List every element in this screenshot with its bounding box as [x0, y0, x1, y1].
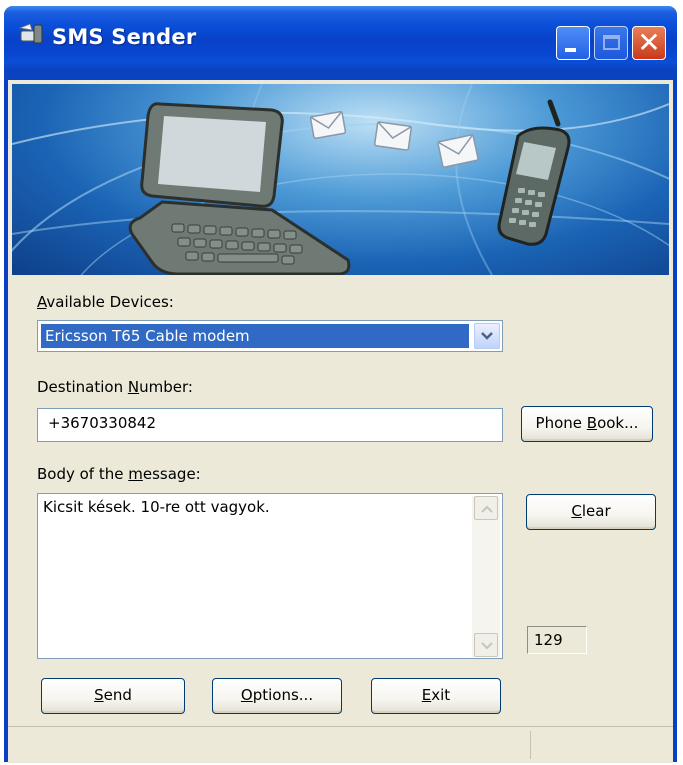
chevron-down-icon — [481, 332, 493, 340]
destination-number-label: Destination Number: — [37, 378, 193, 396]
scroll-up-button[interactable] — [474, 496, 498, 520]
exit-button[interactable]: Exit — [371, 678, 501, 714]
send-button[interactable]: Send — [41, 678, 185, 714]
title-bar[interactable]: SMS Sender ✕ — [4, 6, 677, 80]
scroll-down-button[interactable] — [474, 633, 498, 657]
envelope-icon — [309, 110, 347, 140]
available-devices-dropdown[interactable]: Ericsson T65 Cable modem — [37, 320, 503, 352]
clear-button[interactable]: Clear — [526, 494, 656, 530]
message-scrollbar[interactable] — [472, 496, 500, 657]
selected-device: Ericsson T65 Cable modem — [40, 323, 470, 349]
envelope-icon — [437, 134, 479, 168]
mobile-phone-illustration — [497, 99, 571, 246]
available-devices-label: Available Devices: — [37, 293, 174, 311]
minimize-button[interactable] — [556, 26, 590, 60]
status-bar-pane-divider — [530, 731, 531, 759]
client-area: Available Devices: Ericsson T65 Cable mo… — [8, 80, 673, 763]
sms-sender-window: SMS Sender ✕ Available Devices: Ericsson… — [4, 6, 677, 763]
maximize-icon — [603, 35, 620, 50]
banner-art — [12, 84, 669, 275]
message-body-label: Body of the message: — [37, 465, 201, 483]
message-body-text: Kicsit kések. 10-re ott vagyok. — [43, 498, 270, 516]
app-icon — [18, 23, 43, 44]
destination-number-input[interactable]: +3670330842 — [37, 408, 503, 442]
chevron-down-icon — [481, 642, 493, 650]
banner-image — [12, 84, 669, 275]
window-title: SMS Sender — [52, 25, 197, 49]
remaining-characters-counter: 129 — [527, 626, 587, 654]
minimize-icon — [565, 48, 576, 52]
status-bar — [8, 726, 673, 763]
maximize-button[interactable] — [594, 26, 628, 60]
destination-number-value: +3670330842 — [48, 414, 157, 432]
envelope-icon — [374, 121, 412, 151]
dropdown-button[interactable] — [474, 323, 500, 349]
close-button[interactable]: ✕ — [632, 26, 666, 60]
close-icon: ✕ — [637, 26, 661, 59]
phone-book-button[interactable]: Phone Book... — [521, 406, 653, 442]
options-button[interactable]: Options... — [212, 678, 342, 714]
chevron-up-icon — [481, 505, 493, 513]
message-body-textarea[interactable]: Kicsit kések. 10-re ott vagyok. — [37, 493, 503, 659]
